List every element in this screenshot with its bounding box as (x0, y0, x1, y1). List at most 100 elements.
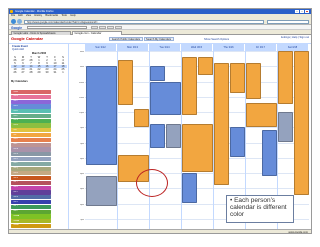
calendar-name: Cal G (12, 119, 19, 122)
calendar-event[interactable] (197, 57, 213, 75)
search-public-calendars-button[interactable]: Search Public Calendars (109, 37, 143, 41)
calendar-list-item[interactable]: Cal C (11, 99, 51, 104)
calendar-list: Cal A Cal B Cal C Cal D Cal E Cal F Cal G Cal H… (11, 90, 51, 233)
calendar-list-item[interactable]: Cal R (11, 171, 51, 176)
calendar-list-item[interactable]: Cal L (11, 142, 51, 147)
day-headers: Sun 3/12 Mon 3/13 Tue 3/14 Wed 3/15 Thu 3/16… (85, 44, 309, 51)
calendar-list-item[interactable]: Cal F (11, 113, 51, 119)
calendar-list-item[interactable]: Cal Q (11, 166, 51, 171)
calendar-list-item[interactable]: Cal V (11, 190, 51, 195)
calendar-event[interactable] (85, 66, 117, 165)
annotation-callout: • Each person’s calendar is different co… (226, 195, 294, 223)
calendar-list-item[interactable]: Cal T (11, 180, 51, 186)
calendar-list-item[interactable]: Cal W (11, 195, 51, 200)
calendar-event[interactable] (245, 102, 277, 127)
calendar-list-item[interactable]: Cal K (11, 137, 51, 142)
calendar-list-item[interactable]: Cal J (11, 133, 51, 138)
calendar-event[interactable] (149, 124, 165, 149)
calendar-list-item[interactable]: Cal P (11, 161, 51, 166)
calendar-event[interactable] (245, 63, 261, 100)
calendar-list-item[interactable]: Cal Y (11, 204, 51, 209)
toolbar-button[interactable] (115, 26, 122, 29)
calendar-list-item[interactable]: Cal N (11, 152, 51, 157)
calendar-event[interactable] (181, 57, 197, 115)
user-links[interactable]: Settings | Help | Sign out (281, 36, 309, 39)
mini-calendar-day[interactable]: 29 (35, 71, 43, 74)
back-arrow-icon[interactable] (11, 19, 16, 24)
calendar-list-item[interactable]: Cal M (11, 147, 51, 152)
calendar-list-item[interactable]: Cal D (11, 104, 51, 109)
calendar-list-item[interactable]: Cal AA (11, 214, 51, 219)
day-header[interactable]: Thu 3/16 (213, 44, 245, 51)
calendar-event[interactable] (165, 124, 181, 149)
calendar-list-item[interactable]: Cal AB (11, 219, 51, 224)
callout-text: • Each person’s calendar is different co… (230, 197, 287, 218)
day-header[interactable]: Fri 3/17 (245, 44, 277, 51)
calendar-list-item[interactable]: Cal S (11, 176, 51, 181)
search-my-calendars-button[interactable]: Search My Calendars (143, 37, 174, 41)
calendar-list-item[interactable]: Cal B (11, 94, 51, 99)
calendar-list-item[interactable]: Cal A (11, 90, 51, 95)
calendar-list-item[interactable]: Cal X (11, 199, 51, 205)
calendar-event[interactable] (277, 51, 293, 104)
calendar-event[interactable] (229, 127, 245, 158)
time-label: 3pm (79, 157, 84, 160)
mini-calendar-day[interactable]: 28 (27, 71, 35, 74)
calendar-list-item[interactable]: Cal O (11, 156, 51, 162)
calendar-event[interactable] (277, 112, 293, 142)
calendar-event[interactable] (149, 66, 165, 81)
calendar-logo[interactable]: Google Calendar (11, 36, 43, 41)
close-icon[interactable] (305, 10, 309, 13)
day-header-label: Fri 3/17 (256, 46, 265, 49)
day-header[interactable]: Sun 3/12 (85, 44, 117, 51)
calendar-name: Cal S (12, 176, 18, 179)
forward-arrow-icon[interactable] (17, 19, 22, 24)
calendar-event[interactable] (293, 51, 309, 196)
calendar-name: Cal O (12, 157, 19, 160)
calendar-name: Cal R (12, 171, 18, 174)
calendar-event[interactable] (133, 108, 149, 127)
calendar-list-item[interactable]: Cal Z (11, 209, 51, 214)
screenshot-window: Google Calendar - Mozilla Firefox File E… (8, 8, 312, 234)
day-header[interactable]: Wed 3/15 (181, 44, 213, 51)
calendar-event[interactable] (117, 60, 133, 106)
calendar-event[interactable] (181, 124, 213, 173)
address-bar[interactable]: http://www.google.com/calendar/render?ta… (24, 19, 264, 24)
calendar-event[interactable] (261, 130, 277, 176)
calendar-name: Cal X (12, 200, 18, 203)
browser-search-field[interactable] (267, 19, 309, 24)
calendar-event[interactable] (181, 173, 197, 203)
maximize-icon[interactable] (300, 10, 304, 13)
time-label: 8am (79, 51, 84, 53)
calendar-event[interactable] (149, 81, 181, 115)
calendar-name: Cal Z (12, 210, 18, 213)
calendar-event[interactable] (213, 63, 229, 185)
day-header[interactable]: Tue 3/14 (149, 44, 181, 51)
calendar-list-item[interactable]: Cal I (11, 128, 51, 133)
mini-calendar-day[interactable]: 30 (43, 71, 51, 74)
mini-calendar-day[interactable]: 26 (11, 71, 19, 74)
minimize-icon[interactable] (295, 10, 299, 13)
toolbar-button[interactable] (99, 26, 106, 29)
day-header[interactable]: Sat 3/18 (277, 44, 309, 51)
calendar-list-item[interactable]: Cal U (11, 185, 51, 190)
mini-calendar-day[interactable]: 27 (19, 71, 27, 74)
calendar-list-item[interactable]: Cal AC (11, 223, 51, 229)
day-header[interactable]: Mon 3/13 (117, 44, 149, 51)
calendar-event[interactable] (229, 63, 245, 94)
mini-calendar-day[interactable]: 31 (51, 71, 59, 74)
calendar-name: Cal J (12, 133, 18, 136)
show-search-options-link[interactable]: Show Search Options (204, 38, 229, 41)
calendar-event[interactable] (85, 176, 117, 207)
google-toolbar-search[interactable] (27, 26, 87, 29)
toolbar-button[interactable] (107, 26, 114, 29)
calendar-list-item[interactable]: Cal E (11, 109, 51, 114)
day-header-label: Wed 3/15 (190, 46, 203, 49)
toolbar-button[interactable] (91, 26, 98, 29)
quick-add-link[interactable]: Quick Add (12, 48, 24, 51)
quick-add-label: Quick Add (12, 48, 24, 51)
calendar-list-item[interactable]: Cal G (11, 118, 51, 123)
highlight-circle (136, 169, 168, 197)
mini-calendar-day[interactable]: 1 (59, 71, 67, 74)
calendar-list-item[interactable]: Cal H (11, 123, 51, 128)
